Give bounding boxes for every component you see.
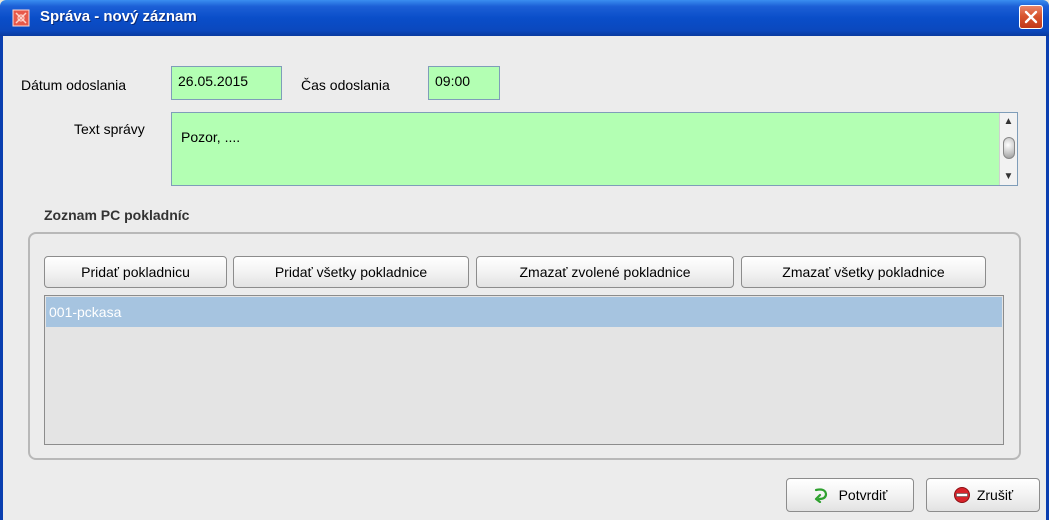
list-item[interactable]: 001-pckasa	[46, 297, 1002, 327]
time-label: Čas odoslania	[301, 77, 390, 93]
add-all-registers-button[interactable]: Pridať všetky pokladnice	[233, 256, 469, 288]
confirm-label: Potvrdiť	[838, 487, 888, 503]
cancel-label: Zrušiť	[976, 487, 1014, 503]
message-textarea[interactable]: Pozor, .... ▲ ▼	[171, 112, 1018, 186]
time-field[interactable]: 09:00	[428, 66, 500, 100]
title-bar[interactable]: Správa - nový záznam	[0, 0, 1049, 36]
confirm-arrow-icon	[814, 488, 827, 503]
delete-all-registers-button[interactable]: Zmazať všetky pokladnice	[741, 256, 986, 288]
scroll-thumb[interactable]	[1003, 137, 1015, 159]
date-label: Dátum odoslania	[21, 77, 127, 93]
close-button[interactable]	[1019, 5, 1043, 29]
cash-registers-group-title: Zoznam PC pokladníc	[44, 207, 190, 223]
cancel-stop-icon	[953, 486, 970, 503]
delete-selected-registers-button[interactable]: Zmazať zvolené pokladnice	[476, 256, 734, 288]
window-title: Správa - nový záznam	[40, 8, 197, 25]
add-register-button[interactable]: Pridať pokladnicu	[44, 256, 227, 288]
date-field[interactable]: 26.05.2015	[171, 66, 282, 100]
app-icon	[12, 9, 30, 27]
scroll-up-icon[interactable]: ▲	[1002, 115, 1015, 128]
message-text: Pozor, ....	[181, 129, 241, 145]
message-label: Text správy	[74, 121, 145, 137]
close-icon	[1024, 10, 1038, 24]
dialog-window: Správa - nový záznam Dátum odoslania 26.…	[0, 0, 1049, 520]
confirm-button[interactable]: Potvrdiť	[786, 478, 914, 512]
message-scrollbar[interactable]: ▲ ▼	[999, 113, 1017, 185]
scroll-down-icon[interactable]: ▼	[1002, 170, 1015, 183]
cancel-button[interactable]: Zrušiť	[926, 478, 1040, 512]
cash-register-list[interactable]: 001-pckasa	[44, 295, 1004, 445]
